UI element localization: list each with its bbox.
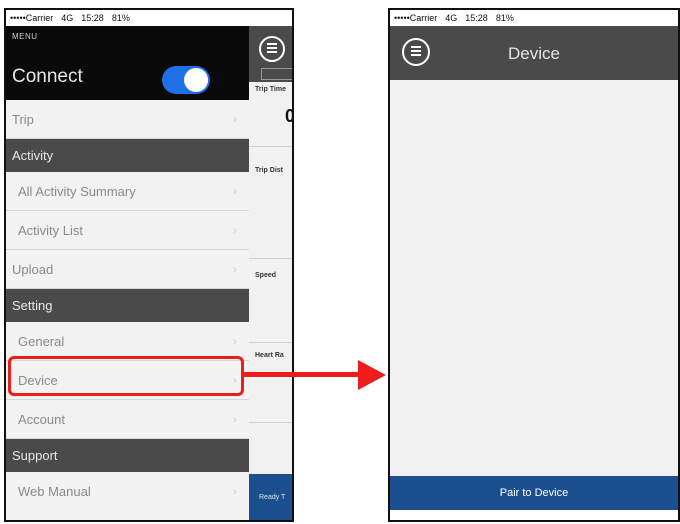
time-label: 15:28 — [465, 13, 488, 23]
menu-item-label: Activity List — [18, 222, 84, 238]
arrow-right-icon — [358, 360, 386, 390]
heart-rate-label: Heart Ra — [255, 352, 284, 359]
menu-drawer: MENU Connect Trip › Activity All Activit… — [6, 26, 249, 520]
chevron-right-icon: › — [233, 412, 237, 426]
menu-title: MENU — [12, 32, 38, 41]
divider — [249, 146, 292, 147]
drawer-header: MENU Connect — [6, 26, 249, 100]
divider — [249, 342, 292, 343]
menu-item-label: General — [18, 333, 65, 349]
chevron-right-icon: › — [233, 262, 237, 276]
menu-item-web-manual[interactable]: Web Manual › — [6, 472, 249, 511]
chevron-right-icon: › — [233, 223, 237, 237]
divider — [249, 258, 292, 259]
section-header-support: Support — [6, 439, 249, 472]
ready-text: Ready T — [259, 494, 286, 501]
menu-item-label: Upload — [12, 261, 54, 277]
device-list-area — [390, 80, 678, 476]
trip-distance-label: Trip Dist — [255, 167, 284, 174]
main-screen-peek[interactable]: Trip Time 0: Trip Dist Speed Heart Ra Re… — [249, 26, 292, 520]
menu-item-label: All Activity Summary — [18, 183, 136, 199]
menu-item-account[interactable]: Account › — [6, 400, 249, 439]
section-label: Support — [12, 448, 58, 463]
toggle-knob — [184, 68, 208, 92]
battery-label: 81% — [495, 13, 514, 23]
menu-screen: •••••Carrier 4G 15:28 81% MENU Connect T… — [4, 8, 294, 522]
pair-to-device-button[interactable]: Pair to Device — [390, 476, 678, 510]
carrier-label: •••••Carrier — [10, 13, 54, 23]
peek-header — [249, 26, 292, 82]
menu-item-activity-list[interactable]: Activity List › — [6, 211, 249, 250]
menu-icon[interactable] — [259, 36, 285, 62]
arrow-shaft — [244, 372, 360, 377]
network-label: 4G — [61, 13, 74, 23]
section-header-setting: Setting — [6, 289, 249, 322]
peek-bottom-bar: Ready T — [249, 474, 292, 520]
menu-item-label: Account — [18, 411, 65, 427]
chevron-right-icon: › — [233, 484, 237, 498]
chevron-right-icon: › — [233, 184, 237, 198]
carrier-label: •••••Carrier — [394, 13, 438, 23]
device-screen: •••••Carrier 4G 15:28 81% Device Pair to… — [388, 8, 680, 522]
trip-time-label: Trip Time — [255, 86, 286, 93]
chevron-right-icon: › — [233, 334, 237, 348]
peek-tab — [261, 68, 292, 80]
time-label: 15:28 — [81, 13, 104, 23]
chevron-right-icon: › — [233, 112, 237, 126]
speed-label: Speed — [255, 272, 277, 279]
menu-item-all-activity-summary[interactable]: All Activity Summary › — [6, 172, 249, 211]
section-header-activity: Activity — [6, 139, 249, 172]
menu-item-trip[interactable]: Trip › — [6, 100, 249, 139]
page-title: Device — [508, 44, 560, 63]
device-highlight-box — [8, 356, 244, 396]
trip-time-value: 0: — [285, 106, 292, 127]
battery-label: 81% — [111, 13, 130, 23]
network-label: 4G — [445, 13, 458, 23]
section-label: Setting — [12, 298, 53, 313]
menu-item-label: Trip — [12, 111, 34, 127]
section-label: Activity — [12, 148, 54, 163]
divider — [249, 422, 292, 423]
nav-bar: Device — [390, 26, 678, 80]
connect-toggle[interactable] — [162, 66, 210, 94]
menu-item-label: Web Manual — [18, 484, 91, 499]
status-bar: •••••Carrier 4G 15:28 81% — [6, 10, 292, 26]
menu-item-upload[interactable]: Upload › — [6, 250, 249, 289]
connect-label: Connect — [12, 66, 83, 87]
status-bar: •••••Carrier 4G 15:28 81% — [390, 10, 678, 26]
menu-list: Trip › Activity All Activity Summary › A… — [6, 100, 249, 511]
